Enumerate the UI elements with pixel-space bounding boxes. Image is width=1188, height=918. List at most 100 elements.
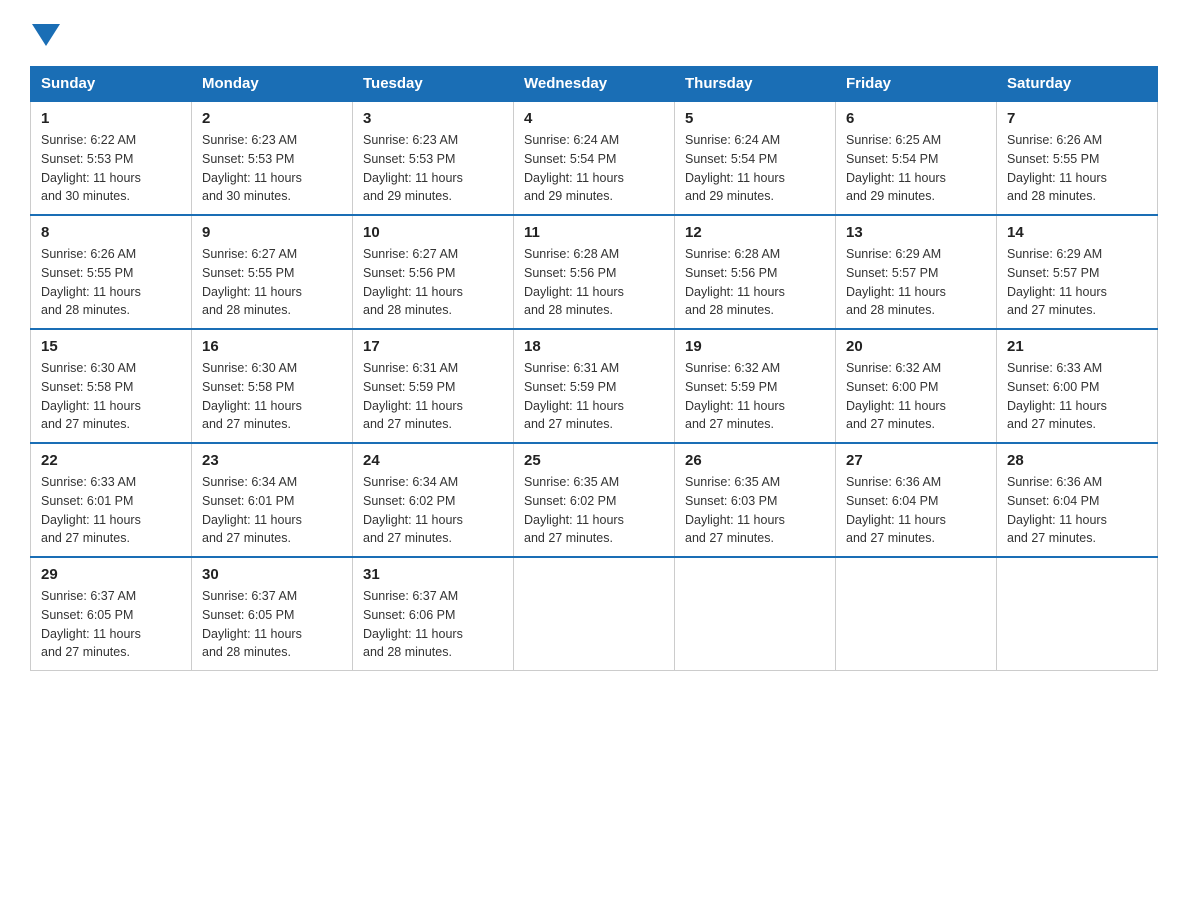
day-number: 17 (363, 338, 503, 355)
day-info: Sunrise: 6:30 AM Sunset: 5:58 PM Dayligh… (41, 359, 181, 434)
calendar-cell: 5 Sunrise: 6:24 AM Sunset: 5:54 PM Dayli… (675, 101, 836, 215)
day-info: Sunrise: 6:37 AM Sunset: 6:06 PM Dayligh… (363, 587, 503, 662)
calendar-cell: 20 Sunrise: 6:32 AM Sunset: 6:00 PM Dayl… (836, 329, 997, 443)
calendar-cell: 18 Sunrise: 6:31 AM Sunset: 5:59 PM Dayl… (514, 329, 675, 443)
day-number: 22 (41, 452, 181, 469)
day-info: Sunrise: 6:25 AM Sunset: 5:54 PM Dayligh… (846, 131, 986, 206)
day-number: 12 (685, 224, 825, 241)
day-info: Sunrise: 6:28 AM Sunset: 5:56 PM Dayligh… (524, 245, 664, 320)
calendar-cell: 23 Sunrise: 6:34 AM Sunset: 6:01 PM Dayl… (192, 443, 353, 557)
day-info: Sunrise: 6:26 AM Sunset: 5:55 PM Dayligh… (1007, 131, 1147, 206)
calendar-cell: 25 Sunrise: 6:35 AM Sunset: 6:02 PM Dayl… (514, 443, 675, 557)
day-number: 26 (685, 452, 825, 469)
day-info: Sunrise: 6:34 AM Sunset: 6:01 PM Dayligh… (202, 473, 342, 548)
week-row-5: 29 Sunrise: 6:37 AM Sunset: 6:05 PM Dayl… (31, 557, 1158, 671)
calendar-cell: 10 Sunrise: 6:27 AM Sunset: 5:56 PM Dayl… (353, 215, 514, 329)
day-number: 9 (202, 224, 342, 241)
logo (30, 20, 60, 46)
day-info: Sunrise: 6:28 AM Sunset: 5:56 PM Dayligh… (685, 245, 825, 320)
day-info: Sunrise: 6:36 AM Sunset: 6:04 PM Dayligh… (846, 473, 986, 548)
week-row-4: 22 Sunrise: 6:33 AM Sunset: 6:01 PM Dayl… (31, 443, 1158, 557)
day-number: 18 (524, 338, 664, 355)
day-number: 14 (1007, 224, 1147, 241)
day-number: 5 (685, 110, 825, 127)
day-info: Sunrise: 6:24 AM Sunset: 5:54 PM Dayligh… (524, 131, 664, 206)
day-number: 23 (202, 452, 342, 469)
week-row-1: 1 Sunrise: 6:22 AM Sunset: 5:53 PM Dayli… (31, 101, 1158, 215)
day-number: 15 (41, 338, 181, 355)
calendar-cell: 14 Sunrise: 6:29 AM Sunset: 5:57 PM Dayl… (997, 215, 1158, 329)
day-info: Sunrise: 6:35 AM Sunset: 6:02 PM Dayligh… (524, 473, 664, 548)
day-info: Sunrise: 6:31 AM Sunset: 5:59 PM Dayligh… (363, 359, 503, 434)
day-number: 20 (846, 338, 986, 355)
day-number: 13 (846, 224, 986, 241)
day-number: 10 (363, 224, 503, 241)
calendar-cell: 21 Sunrise: 6:33 AM Sunset: 6:00 PM Dayl… (997, 329, 1158, 443)
day-info: Sunrise: 6:37 AM Sunset: 6:05 PM Dayligh… (202, 587, 342, 662)
day-info: Sunrise: 6:37 AM Sunset: 6:05 PM Dayligh… (41, 587, 181, 662)
day-number: 24 (363, 452, 503, 469)
calendar-cell: 17 Sunrise: 6:31 AM Sunset: 5:59 PM Dayl… (353, 329, 514, 443)
header-monday: Monday (192, 67, 353, 102)
calendar-cell: 11 Sunrise: 6:28 AM Sunset: 5:56 PM Dayl… (514, 215, 675, 329)
day-info: Sunrise: 6:23 AM Sunset: 5:53 PM Dayligh… (202, 131, 342, 206)
day-number: 31 (363, 566, 503, 583)
calendar-cell: 1 Sunrise: 6:22 AM Sunset: 5:53 PM Dayli… (31, 101, 192, 215)
calendar-cell (836, 557, 997, 671)
calendar-cell: 30 Sunrise: 6:37 AM Sunset: 6:05 PM Dayl… (192, 557, 353, 671)
calendar-cell: 28 Sunrise: 6:36 AM Sunset: 6:04 PM Dayl… (997, 443, 1158, 557)
header-saturday: Saturday (997, 67, 1158, 102)
calendar-cell: 9 Sunrise: 6:27 AM Sunset: 5:55 PM Dayli… (192, 215, 353, 329)
calendar-cell (675, 557, 836, 671)
calendar-cell: 27 Sunrise: 6:36 AM Sunset: 6:04 PM Dayl… (836, 443, 997, 557)
day-info: Sunrise: 6:30 AM Sunset: 5:58 PM Dayligh… (202, 359, 342, 434)
calendar-cell: 29 Sunrise: 6:37 AM Sunset: 6:05 PM Dayl… (31, 557, 192, 671)
day-info: Sunrise: 6:34 AM Sunset: 6:02 PM Dayligh… (363, 473, 503, 548)
calendar-cell: 4 Sunrise: 6:24 AM Sunset: 5:54 PM Dayli… (514, 101, 675, 215)
day-number: 21 (1007, 338, 1147, 355)
day-number: 4 (524, 110, 664, 127)
week-row-2: 8 Sunrise: 6:26 AM Sunset: 5:55 PM Dayli… (31, 215, 1158, 329)
day-info: Sunrise: 6:24 AM Sunset: 5:54 PM Dayligh… (685, 131, 825, 206)
day-info: Sunrise: 6:29 AM Sunset: 5:57 PM Dayligh… (1007, 245, 1147, 320)
calendar-cell (514, 557, 675, 671)
calendar-cell: 26 Sunrise: 6:35 AM Sunset: 6:03 PM Dayl… (675, 443, 836, 557)
day-info: Sunrise: 6:27 AM Sunset: 5:56 PM Dayligh… (363, 245, 503, 320)
calendar-cell: 15 Sunrise: 6:30 AM Sunset: 5:58 PM Dayl… (31, 329, 192, 443)
day-number: 16 (202, 338, 342, 355)
day-number: 6 (846, 110, 986, 127)
day-number: 8 (41, 224, 181, 241)
page-header (30, 20, 1158, 46)
calendar-cell: 19 Sunrise: 6:32 AM Sunset: 5:59 PM Dayl… (675, 329, 836, 443)
day-number: 11 (524, 224, 664, 241)
logo-triangle-icon (32, 24, 60, 46)
calendar-cell: 22 Sunrise: 6:33 AM Sunset: 6:01 PM Dayl… (31, 443, 192, 557)
calendar-table: SundayMondayTuesdayWednesdayThursdayFrid… (30, 66, 1158, 671)
calendar-cell: 7 Sunrise: 6:26 AM Sunset: 5:55 PM Dayli… (997, 101, 1158, 215)
calendar-cell: 3 Sunrise: 6:23 AM Sunset: 5:53 PM Dayli… (353, 101, 514, 215)
calendar-cell: 24 Sunrise: 6:34 AM Sunset: 6:02 PM Dayl… (353, 443, 514, 557)
day-info: Sunrise: 6:32 AM Sunset: 5:59 PM Dayligh… (685, 359, 825, 434)
day-info: Sunrise: 6:35 AM Sunset: 6:03 PM Dayligh… (685, 473, 825, 548)
day-number: 7 (1007, 110, 1147, 127)
calendar-cell: 2 Sunrise: 6:23 AM Sunset: 5:53 PM Dayli… (192, 101, 353, 215)
calendar-cell: 13 Sunrise: 6:29 AM Sunset: 5:57 PM Dayl… (836, 215, 997, 329)
calendar-cell: 31 Sunrise: 6:37 AM Sunset: 6:06 PM Dayl… (353, 557, 514, 671)
calendar-cell: 12 Sunrise: 6:28 AM Sunset: 5:56 PM Dayl… (675, 215, 836, 329)
week-row-3: 15 Sunrise: 6:30 AM Sunset: 5:58 PM Dayl… (31, 329, 1158, 443)
day-number: 30 (202, 566, 342, 583)
day-number: 3 (363, 110, 503, 127)
day-info: Sunrise: 6:23 AM Sunset: 5:53 PM Dayligh… (363, 131, 503, 206)
day-info: Sunrise: 6:33 AM Sunset: 6:00 PM Dayligh… (1007, 359, 1147, 434)
day-info: Sunrise: 6:32 AM Sunset: 6:00 PM Dayligh… (846, 359, 986, 434)
calendar-cell: 6 Sunrise: 6:25 AM Sunset: 5:54 PM Dayli… (836, 101, 997, 215)
day-number: 2 (202, 110, 342, 127)
header-wednesday: Wednesday (514, 67, 675, 102)
day-number: 19 (685, 338, 825, 355)
day-info: Sunrise: 6:33 AM Sunset: 6:01 PM Dayligh… (41, 473, 181, 548)
calendar-cell: 16 Sunrise: 6:30 AM Sunset: 5:58 PM Dayl… (192, 329, 353, 443)
day-info: Sunrise: 6:22 AM Sunset: 5:53 PM Dayligh… (41, 131, 181, 206)
day-number: 1 (41, 110, 181, 127)
day-info: Sunrise: 6:36 AM Sunset: 6:04 PM Dayligh… (1007, 473, 1147, 548)
header-friday: Friday (836, 67, 997, 102)
